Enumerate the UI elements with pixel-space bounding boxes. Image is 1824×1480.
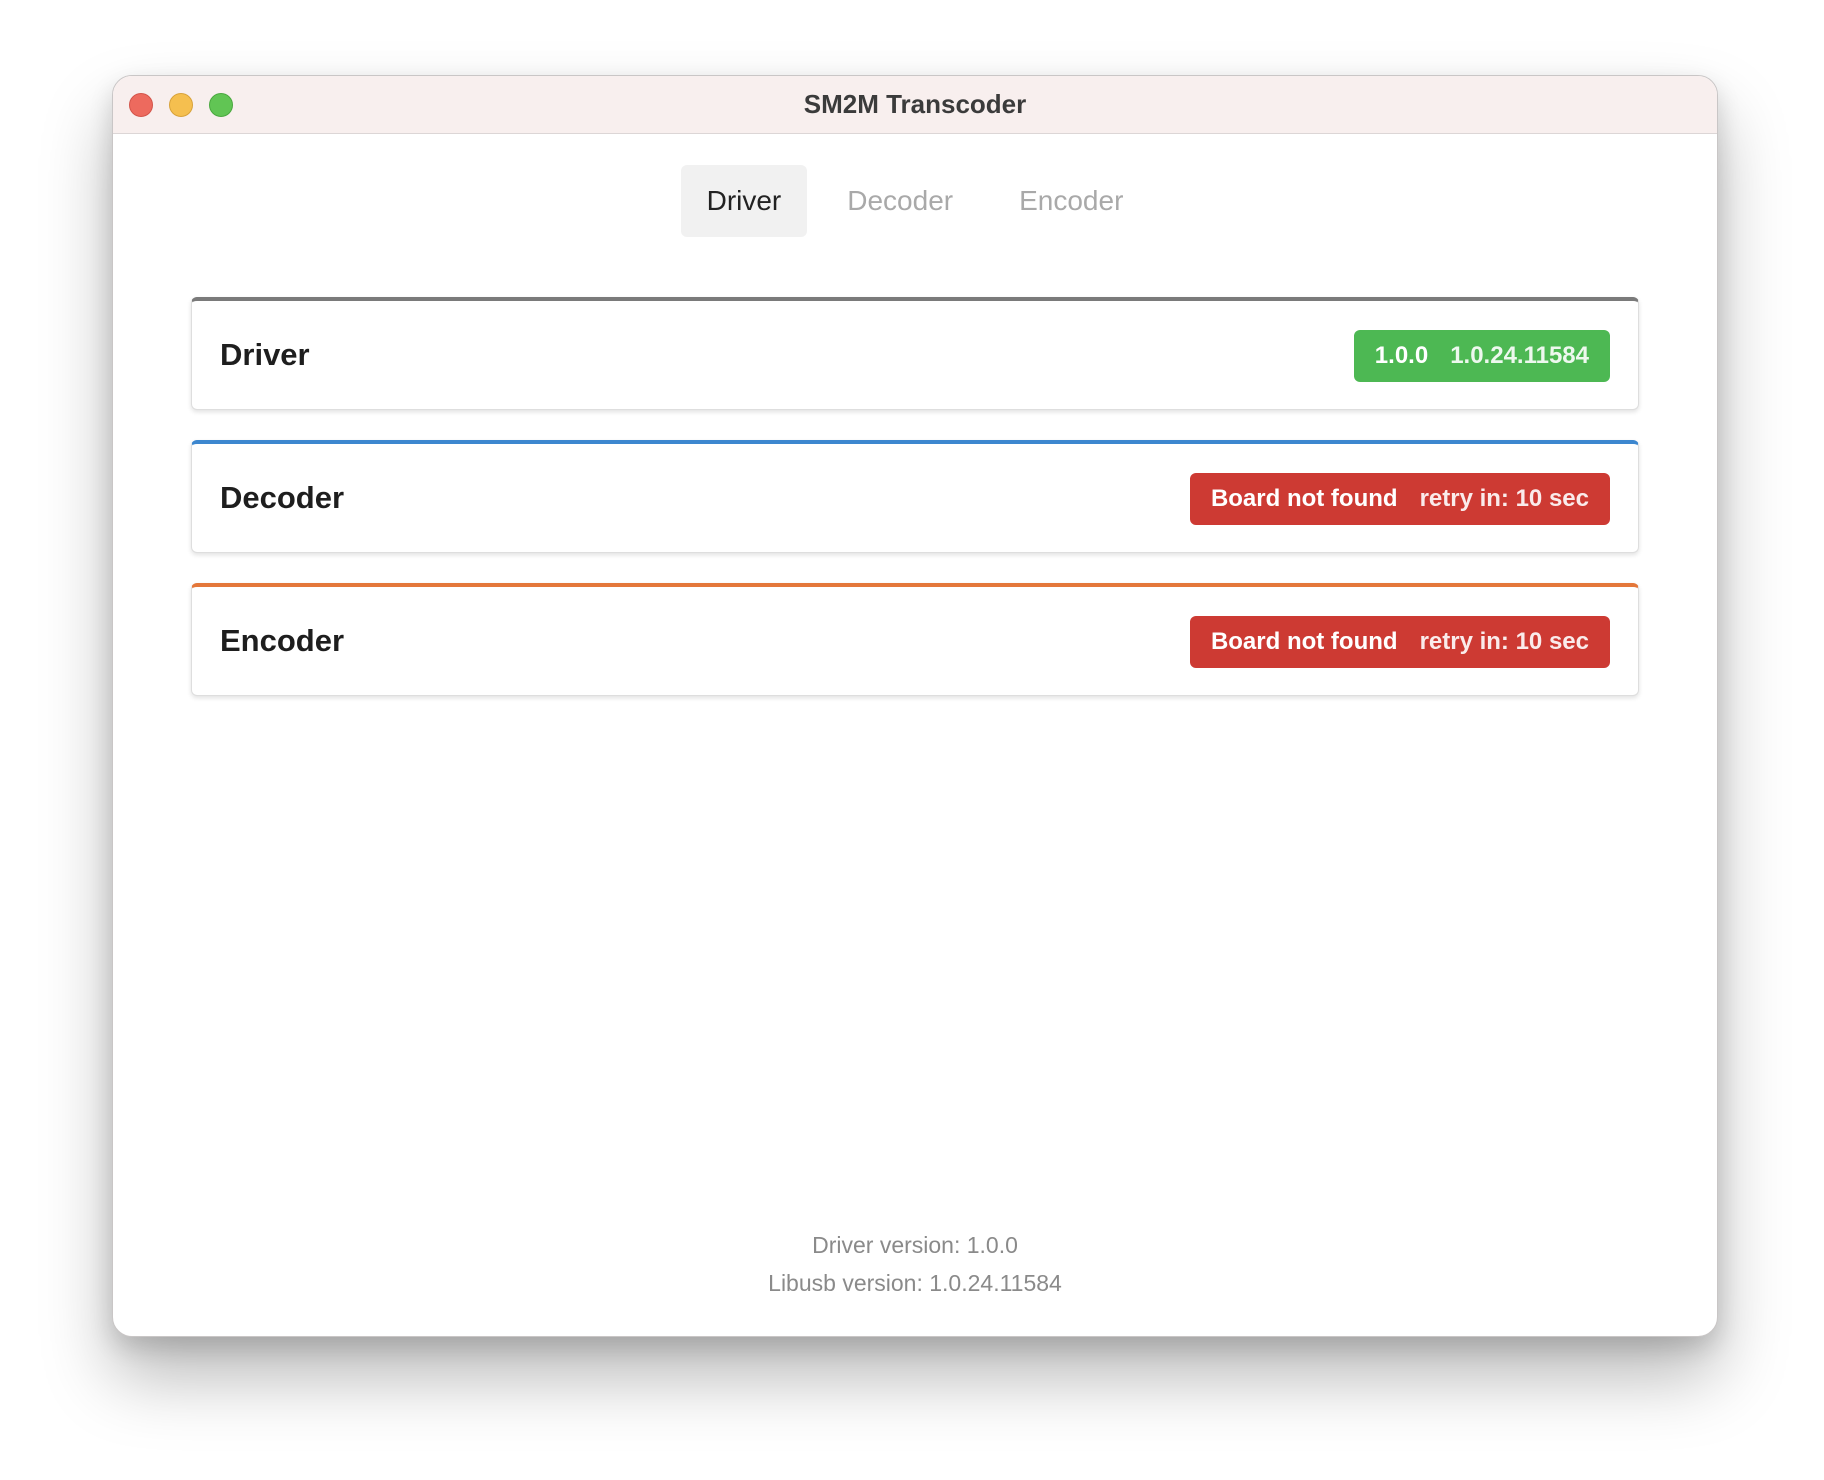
driver-status-card: Driver 1.0.0 1.0.24.11584 bbox=[191, 297, 1639, 410]
badge-secondary-text: retry in: 10 sec bbox=[1419, 485, 1589, 512]
tab-decoder[interactable]: Decoder bbox=[821, 165, 979, 237]
decoder-status-card: Decoder Board not found retry in: 10 sec bbox=[191, 440, 1639, 553]
tab-encoder[interactable]: Encoder bbox=[993, 165, 1149, 237]
card-title: Decoder bbox=[220, 480, 345, 515]
error-badge: Board not found retry in: 10 sec bbox=[1189, 473, 1610, 525]
status-card-list: Driver 1.0.0 1.0.24.11584 Decoder Board n… bbox=[191, 297, 1639, 726]
error-badge: Board not found retry in: 10 sec bbox=[1189, 616, 1610, 668]
libusb-version-text: Libusb version: 1.0.24.11584 bbox=[768, 1270, 1062, 1296]
badge-primary-text: Board not found bbox=[1210, 485, 1398, 512]
badge-primary-text: Board not found bbox=[1210, 628, 1398, 655]
window-title: SM2M Transcoder bbox=[803, 89, 1027, 119]
version-footer: Driver version: 1.0.0 Libusb version: 1.… bbox=[113, 1226, 1717, 1302]
app-window: SM2M Transcoder Driver Decoder Encoder D… bbox=[112, 75, 1718, 1337]
encoder-status-card: Encoder Board not found retry in: 10 sec bbox=[191, 583, 1639, 696]
version-badge: 1.0.0 1.0.24.11584 bbox=[1353, 330, 1610, 382]
card-title: Encoder bbox=[220, 623, 345, 658]
card-title: Driver bbox=[220, 337, 310, 372]
badge-primary-text: 1.0.0 bbox=[1374, 342, 1429, 369]
badge-secondary-text: retry in: 10 sec bbox=[1419, 628, 1589, 655]
tab-bar: Driver Decoder Encoder bbox=[113, 165, 1717, 237]
title-bar[interactable]: SM2M Transcoder bbox=[113, 76, 1717, 134]
tab-driver[interactable]: Driver bbox=[680, 165, 808, 237]
badge-secondary-text: 1.0.24.11584 bbox=[1450, 342, 1589, 369]
driver-version-text: Driver version: 1.0.0 bbox=[812, 1232, 1018, 1258]
